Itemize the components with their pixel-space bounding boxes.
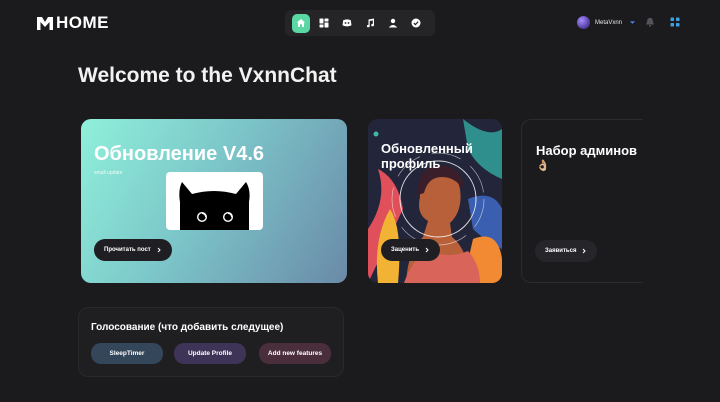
poll-title: Голосование (что добавить следущее)	[91, 322, 284, 333]
logo-mark-icon	[37, 17, 53, 30]
ok-hand-emoji: 👌🏼	[536, 160, 550, 172]
poll-panel: Голосование (что добавить следущее) Slee…	[78, 307, 344, 377]
read-post-button[interactable]: Прочитать пост	[94, 239, 172, 261]
nav-verified[interactable]	[407, 14, 425, 33]
nav-chat[interactable]	[338, 14, 356, 33]
nav-music[interactable]	[361, 14, 379, 33]
poll-option-sleeptimer[interactable]: SleepTimer	[91, 343, 163, 364]
poll-option-update-profile[interactable]: Update Profile	[174, 343, 246, 364]
music-note-icon	[366, 18, 375, 28]
user-profile-menu[interactable]: MetaVxnn	[577, 16, 636, 29]
profile-name: MetaVxnn	[595, 19, 623, 26]
top-navigation	[285, 10, 435, 36]
apps-grid-icon[interactable]	[670, 17, 680, 27]
page-title: Welcome to the VxnnChat	[78, 64, 337, 87]
logo[interactable]: HOME	[36, 13, 109, 33]
cat-illustration	[166, 172, 263, 230]
check-out-label: Заценить	[391, 247, 420, 253]
chevron-down-icon	[629, 21, 636, 24]
read-post-label: Прочитать пост	[104, 247, 151, 253]
nav-profile[interactable]	[384, 14, 402, 33]
check-badge-icon	[411, 18, 421, 28]
admin-recruitment-title: Набор админов	[536, 143, 638, 158]
apply-label: Заявиться	[545, 248, 577, 254]
admin-recruitment-card: Набор админов 👌🏼 Заявиться	[521, 119, 643, 283]
update-card: Обновление V4.6 small update Прочитать п…	[81, 119, 347, 283]
logo-text: HOME	[56, 13, 109, 32]
update-card-subtitle: small update	[94, 170, 123, 176]
bell-icon[interactable]	[645, 17, 655, 27]
profile-update-card: Обновленный профиль Заценить	[368, 119, 502, 283]
discord-icon	[342, 19, 352, 27]
check-out-button[interactable]: Заценить	[381, 239, 441, 261]
apply-button[interactable]: Заявиться	[535, 240, 598, 262]
dashboard-icon	[319, 18, 329, 28]
chevron-right-icon	[583, 248, 587, 254]
chevron-right-icon	[425, 247, 429, 253]
home-icon	[296, 19, 306, 27]
nav-home[interactable]	[292, 13, 310, 33]
user-icon	[388, 18, 398, 28]
avatar	[577, 16, 590, 29]
update-card-title: Обновление V4.6	[94, 143, 264, 165]
chevron-right-icon	[157, 247, 161, 253]
poll-option-new-features[interactable]: Add new features	[259, 343, 331, 364]
profile-update-title: Обновленный профиль	[381, 141, 473, 171]
nav-dashboard[interactable]	[315, 14, 333, 33]
